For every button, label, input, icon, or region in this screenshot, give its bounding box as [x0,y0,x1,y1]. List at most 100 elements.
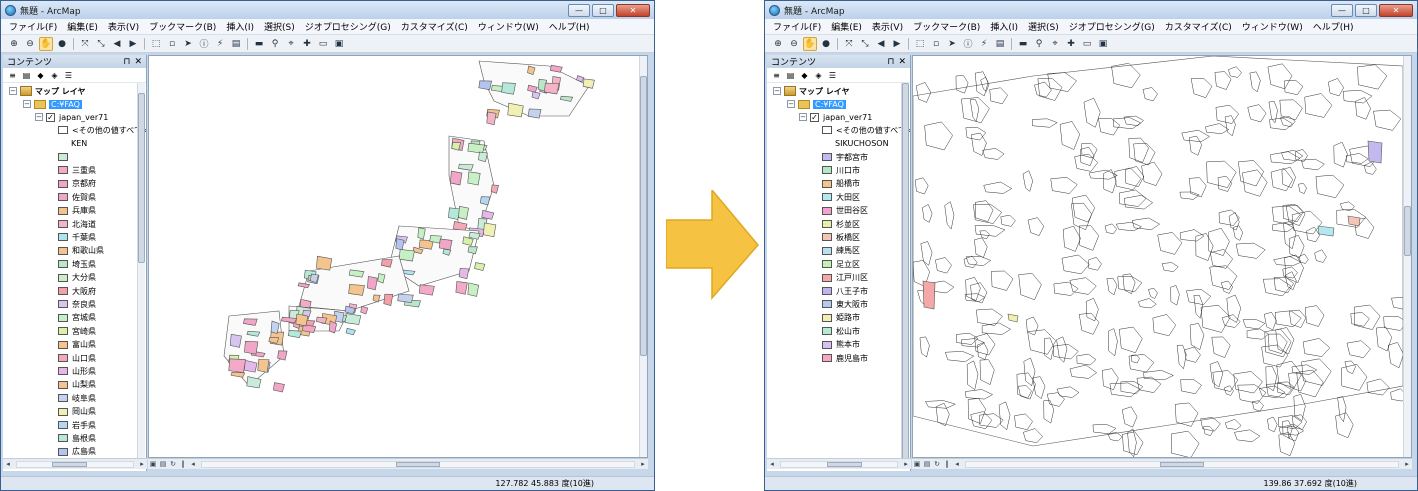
identify-icon[interactable]: ⓘ [197,37,211,51]
scroll-right-icon[interactable]: ▸ [1402,460,1412,469]
layout-view-icon[interactable]: ▣ [912,460,922,469]
list-by-drawing-order-icon[interactable]: ≡ [7,70,18,81]
menu-file[interactable]: ファイル(F) [9,20,57,33]
layer-node[interactable]: − ✓ japan_ver71 [35,111,108,123]
list-by-visibility-icon[interactable]: ◆ [35,70,46,81]
close-button[interactable]: ✕ [616,3,650,17]
layer-visibility-checkbox[interactable]: ✓ [46,112,55,122]
data-view-icon[interactable]: ▤ [158,460,168,469]
japan-prefecture-map[interactable] [149,56,648,458]
refresh-icon[interactable]: ↻ [932,460,942,469]
list-by-source-icon[interactable]: ▤ [785,70,796,81]
menu-help[interactable]: ヘルプ(H) [549,20,590,33]
legend-item[interactable]: 松山市 [822,325,860,337]
zoom-in-icon[interactable]: ⊕ [7,37,21,51]
menu-selection[interactable]: 選択(S) [1028,20,1059,33]
menu-view[interactable]: 表示(V) [872,20,903,33]
menu-windows[interactable]: ウィンドウ(W) [1242,20,1303,33]
legend-item[interactable]: 島根県 [58,432,96,444]
list-by-drawing-order-icon[interactable]: ≡ [771,70,782,81]
legend-item[interactable]: 京都府 [58,178,96,190]
legend-item[interactable]: 大田区 [822,191,860,203]
find-route-icon[interactable]: ⌖ [284,37,298,51]
hyperlink-icon[interactable]: ⚡ [977,37,991,51]
folder-node[interactable]: − C:¥FAQ [23,98,82,110]
legend-item[interactable]: 船橋市 [822,178,860,190]
viewer-window-icon[interactable]: ▣ [332,37,346,51]
data-view-icon[interactable]: ▤ [922,460,932,469]
find-binoculars-icon[interactable]: ⚲ [1032,37,1046,51]
map-layers-node[interactable]: − マップ レイヤ [773,85,850,97]
scroll-left-icon[interactable]: ◂ [188,460,198,469]
legend-item[interactable]: 川口市 [822,164,860,176]
toc-scrollbar[interactable] [901,83,909,469]
menu-bookmarks[interactable]: ブックマーク(B) [149,20,216,33]
hyperlink-icon[interactable]: ⚡ [213,37,227,51]
close-pane-icon[interactable]: ✕ [134,57,142,67]
legend-item[interactable]: 和歌山県 [58,245,104,257]
html-popup-icon[interactable]: ▤ [229,37,243,51]
list-by-selection-icon[interactable]: ◈ [813,70,824,81]
select-elements-pointer-icon[interactable]: ➤ [181,37,195,51]
fixed-zoom-out-icon[interactable]: ⤡ [94,37,108,51]
legend-item[interactable]: 岐阜県 [58,392,96,404]
menu-edit[interactable]: 編集(E) [831,20,862,33]
menu-customize[interactable]: カスタマイズ(C) [1165,20,1232,33]
time-slider-icon[interactable]: ▭ [1080,37,1094,51]
full-extent-globe-icon[interactable]: ● [819,37,833,51]
pin-icon[interactable]: ⊓ [887,57,894,67]
close-button[interactable]: ✕ [1379,3,1413,17]
map-display[interactable] [912,55,1412,458]
select-features-icon[interactable]: ⬚ [149,37,163,51]
select-features-icon[interactable]: ⬚ [913,37,927,51]
legend-item[interactable]: 佐賀県 [58,191,96,203]
back-arrow-icon[interactable]: ◀ [110,37,124,51]
legend-item[interactable]: 宮崎県 [58,325,96,337]
back-arrow-icon[interactable]: ◀ [874,37,888,51]
clear-selection-icon[interactable]: ▫ [165,37,179,51]
toc-horizontal-scrollbar[interactable]: ◂ ▸ [3,458,147,469]
legend-item[interactable]: 姫路市 [822,312,860,324]
legend-item[interactable]: 八王子市 [822,285,868,297]
fixed-zoom-in-icon[interactable]: ⤧ [842,37,856,51]
zoom-out-icon[interactable]: ⊖ [787,37,801,51]
fixed-zoom-in-icon[interactable]: ⤧ [78,37,92,51]
close-pane-icon[interactable]: ✕ [898,57,906,67]
scroll-left-icon[interactable]: ◂ [952,460,962,469]
legend-item[interactable]: 山形県 [58,365,96,377]
identify-icon[interactable]: ⓘ [961,37,975,51]
municipality-map[interactable] [913,56,1412,458]
map-display[interactable] [148,55,648,458]
legend-item[interactable]: 大分県 [58,272,96,284]
pin-icon[interactable]: ⊓ [123,57,130,67]
legend-item[interactable]: 宮城県 [58,312,96,324]
pause-drawing-icon[interactable]: ‖ [178,460,188,469]
map-horizontal-scrollbar[interactable]: ▣ ▤ ↻ ‖ ◂ ▸ [148,458,648,469]
list-by-selection-icon[interactable]: ◈ [49,70,60,81]
full-extent-globe-icon[interactable]: ● [55,37,69,51]
pan-hand-icon[interactable]: ✋ [803,36,817,51]
map-horizontal-scrollbar[interactable]: ▣ ▤ ↻ ‖ ◂ ▸ [912,458,1412,469]
legend-item[interactable] [58,151,72,163]
legend-item[interactable]: 鹿児島市 [822,352,868,364]
legend-item[interactable]: 山梨県 [58,379,96,391]
measure-icon[interactable]: ▬ [252,37,266,51]
legend-item[interactable]: 杉並区 [822,218,860,230]
layer-visibility-checkbox[interactable]: ✓ [810,112,819,122]
menu-edit[interactable]: 編集(E) [67,20,98,33]
list-by-visibility-icon[interactable]: ◆ [799,70,810,81]
maximize-button[interactable]: □ [592,3,614,17]
zoom-in-icon[interactable]: ⊕ [771,37,785,51]
folder-node[interactable]: − C:¥FAQ [787,98,846,110]
legend-item[interactable]: 練馬区 [822,245,860,257]
zoom-out-icon[interactable]: ⊖ [23,37,37,51]
legend-item[interactable]: 埼玉県 [58,258,96,270]
pan-hand-icon[interactable]: ✋ [39,36,53,51]
options-icon[interactable]: ☰ [63,70,74,81]
refresh-icon[interactable]: ↻ [168,460,178,469]
map-vertical-scrollbar[interactable] [639,56,647,457]
map-vertical-scrollbar[interactable] [1403,56,1411,457]
legend-item[interactable]: 江戸川区 [822,272,868,284]
layer-node[interactable]: − ✓ japan_ver71 [799,111,872,123]
scroll-right-icon[interactable]: ▸ [638,460,648,469]
